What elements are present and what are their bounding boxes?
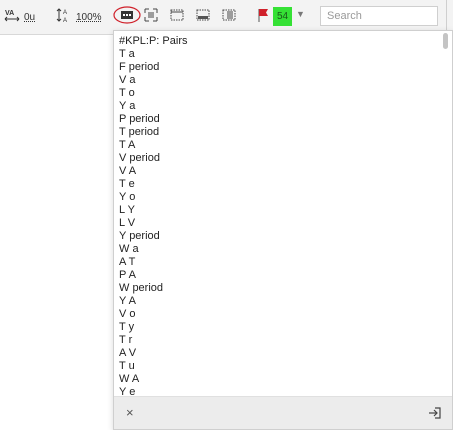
popup-footer: × bbox=[114, 396, 452, 429]
list-item[interactable]: T A bbox=[114, 139, 440, 152]
list-item[interactable]: #KPL:P: Pairs bbox=[114, 35, 440, 48]
baseline-frame-icon bbox=[195, 7, 211, 28]
baseline-frame-button[interactable] bbox=[195, 8, 211, 26]
list-item[interactable]: W A bbox=[114, 373, 440, 386]
list-item[interactable]: T o bbox=[114, 87, 440, 100]
frame-icon bbox=[169, 7, 185, 28]
list-item[interactable]: V a bbox=[114, 74, 440, 87]
columns-icon bbox=[221, 7, 237, 28]
svg-text:VA: VA bbox=[5, 10, 14, 17]
list-item[interactable]: T e bbox=[114, 178, 440, 191]
list-item[interactable]: V A bbox=[114, 165, 440, 178]
list-item[interactable]: P A bbox=[114, 269, 440, 282]
export-icon[interactable] bbox=[428, 406, 442, 425]
scrollbar-thumb[interactable] bbox=[443, 33, 448, 49]
chevron-down-icon[interactable]: ▼ bbox=[296, 9, 305, 19]
vertical-scale-control[interactable]: A A 100% bbox=[56, 7, 102, 28]
list-item[interactable]: Y A bbox=[114, 295, 440, 308]
svg-text:A: A bbox=[63, 18, 67, 23]
fit-frame-icon bbox=[143, 7, 159, 28]
count-badge: 54 bbox=[273, 7, 292, 26]
flag-icon bbox=[256, 7, 270, 28]
list-item[interactable]: F period bbox=[114, 61, 440, 74]
list-item[interactable]: T y bbox=[114, 321, 440, 334]
pairs-dropdown-icon bbox=[112, 4, 142, 31]
tracking-value[interactable]: 0u bbox=[24, 12, 35, 23]
frame-button[interactable] bbox=[169, 8, 185, 26]
list-item[interactable]: T r bbox=[114, 334, 440, 347]
list-item[interactable]: Y period bbox=[114, 230, 440, 243]
scale-value[interactable]: 100% bbox=[76, 12, 102, 23]
kerning-pairs-popup: #KPL:P: Pairs T aF period V aT oY aP perio… bbox=[113, 30, 453, 430]
svg-text:A: A bbox=[63, 10, 67, 16]
columns-button[interactable] bbox=[221, 8, 237, 26]
search-input[interactable] bbox=[320, 6, 438, 26]
list-item[interactable]: W a bbox=[114, 243, 440, 256]
list-item[interactable]: T u bbox=[114, 360, 440, 373]
fit-frame-button[interactable] bbox=[143, 8, 159, 26]
list-item[interactable]: T a bbox=[114, 48, 440, 61]
list-item[interactable]: L Y bbox=[114, 204, 440, 217]
list-item[interactable]: V o bbox=[114, 308, 440, 321]
list-item[interactable]: W period bbox=[114, 282, 440, 295]
kerning-pairs-list[interactable]: #KPL:P: Pairs T aF period V aT oY aP perio… bbox=[114, 35, 440, 397]
flag-button[interactable] bbox=[256, 8, 270, 26]
list-item[interactable]: A T bbox=[114, 256, 440, 269]
kerning-pairs-button[interactable] bbox=[112, 4, 142, 31]
list-item[interactable]: V period bbox=[114, 152, 440, 165]
list-item[interactable]: P period bbox=[114, 113, 440, 126]
list-item[interactable]: Y o bbox=[114, 191, 440, 204]
scrollbar[interactable] bbox=[443, 33, 449, 395]
kerning-icon: VA bbox=[4, 7, 20, 28]
list-item[interactable]: Y a bbox=[114, 100, 440, 113]
vertical-scale-icon: A A bbox=[56, 7, 72, 28]
list-item[interactable]: L V bbox=[114, 217, 440, 230]
divider bbox=[446, 0, 447, 34]
list-item[interactable]: A V bbox=[114, 347, 440, 360]
kerning-control[interactable]: VA 0u bbox=[4, 8, 35, 26]
close-icon[interactable]: × bbox=[126, 405, 134, 420]
list-item[interactable]: T period bbox=[114, 126, 440, 139]
